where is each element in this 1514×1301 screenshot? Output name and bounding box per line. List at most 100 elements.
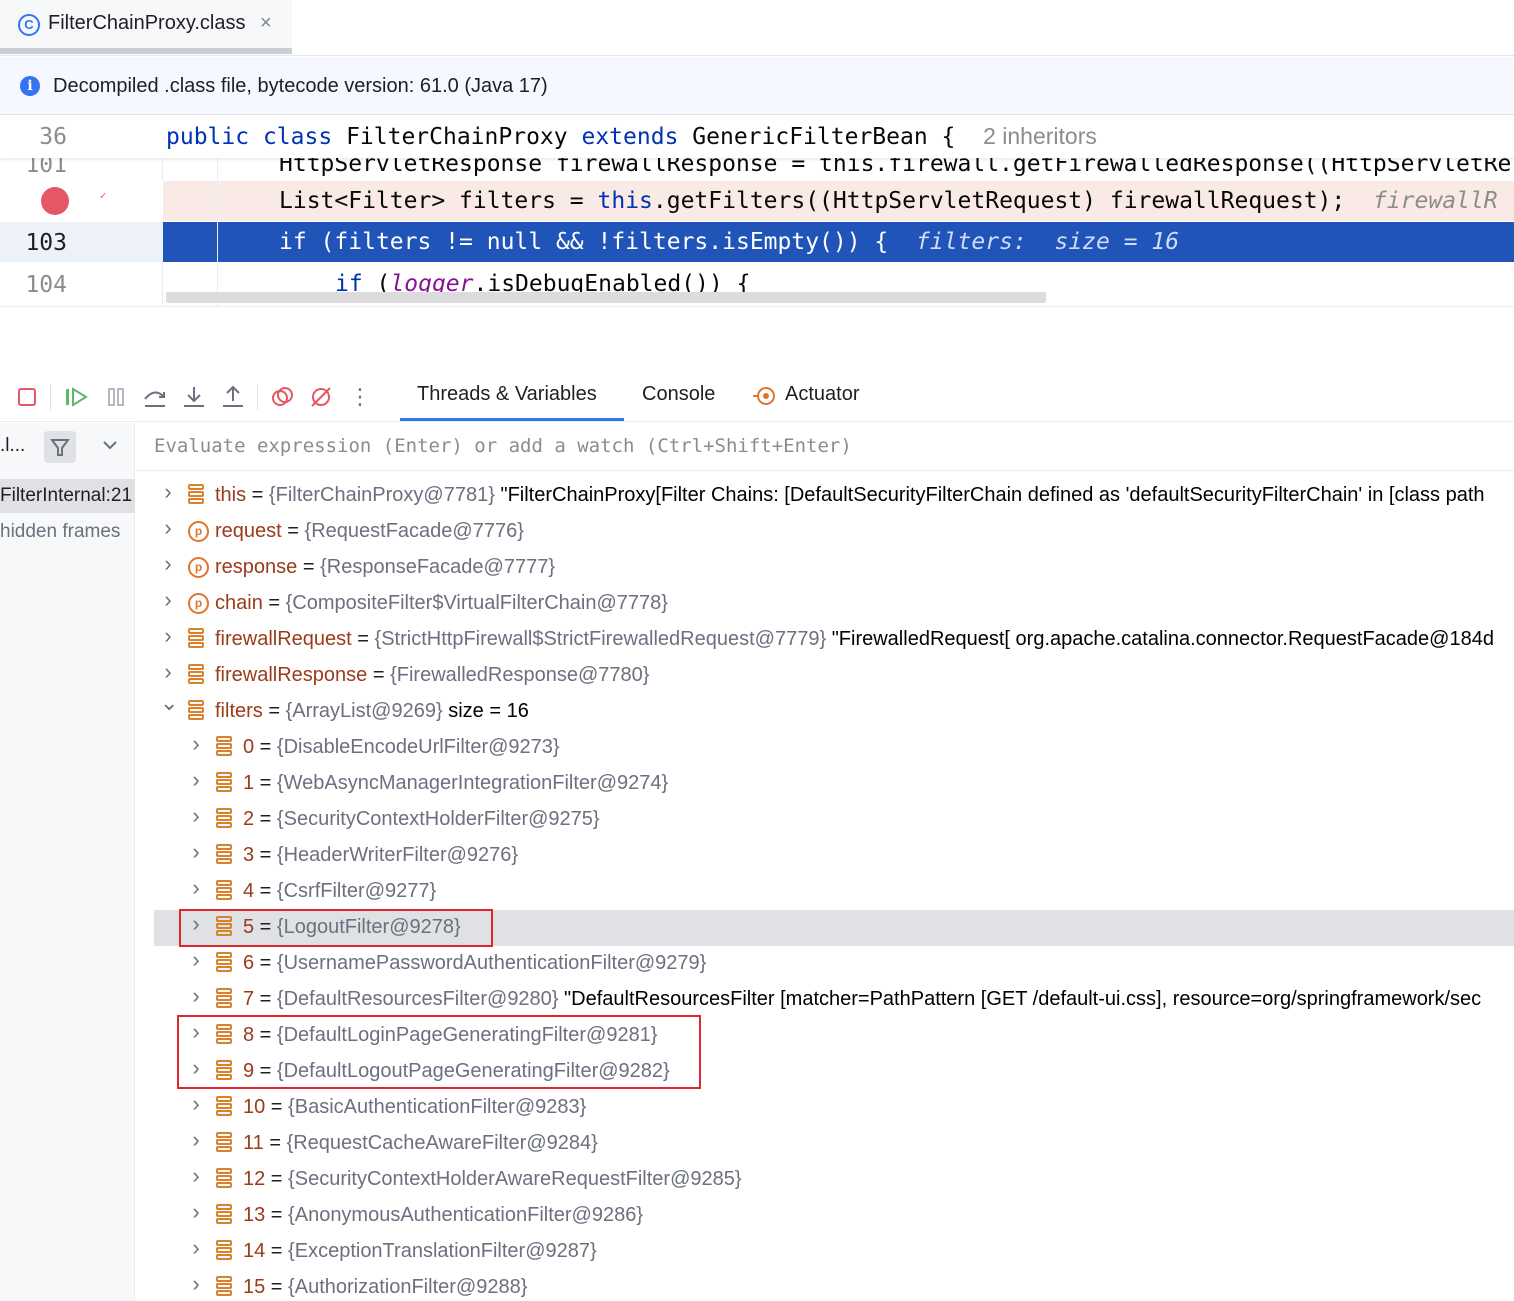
inline-value-hint: firewallR [1372,188,1498,214]
variable-row-firewallRequest[interactable]: › firewallRequest = {StrictHttpFirewall$S… [136,622,1514,658]
chevron-right-icon[interactable]: › [188,731,204,757]
chevron-right-icon[interactable]: › [160,515,176,541]
filter-item-11[interactable]: › 11 = {RequestCacheAwareFilter@9284} [136,1126,1514,1162]
actuator-icon [753,387,775,405]
code-text: List<Filter> filters = this.getFilters((… [279,188,1498,214]
more-icon[interactable]: ⋮ [345,382,375,412]
variable-name: firewallResponse [215,664,368,686]
step-into-icon[interactable] [179,382,209,412]
filter-item-4[interactable]: › 4 = {CsrfFilter@9277} [136,874,1514,910]
field-icon [216,808,234,832]
filter-item-15[interactable]: › 15 = {AuthorizationFilter@9288} [136,1270,1514,1301]
variable-type: {AuthorizationFilter@9288} [288,1276,528,1298]
variable-row-request[interactable]: › p request = {RequestFacade@7776} [136,514,1514,550]
evaluate-expression-input[interactable]: Evaluate expression (Enter) or add a wat… [136,423,1514,471]
banner-text: Decompiled .class file, bytecode version… [53,75,548,97]
field-icon [188,484,206,508]
parameter-icon: p [188,557,209,578]
filter-item-14[interactable]: › 14 = {ExceptionTranslationFilter@9287} [136,1234,1514,1270]
code-line-current-execution[interactable]: 103 if (filters != null && !filters.isEm… [0,222,1514,262]
equals-sign: = [254,736,277,758]
filter-item-6[interactable]: › 6 = {UsernamePasswordAuthenticationFilt… [136,946,1514,982]
field-icon [188,700,206,724]
variable-row-response[interactable]: › p response = {ResponseFacade@7777} [136,550,1514,586]
filter-item-7[interactable]: › 7 = {DefaultResourcesFilter@9280} "Defa… [136,982,1514,1018]
equals-sign: = [265,1096,289,1118]
chevron-right-icon[interactable]: › [188,767,204,793]
variable-name: 11 [243,1132,264,1154]
decompiled-banner: i Decompiled .class file, bytecode versi… [0,57,1514,115]
variable-text: 3 = {HeaderWriterFilter@9276} [243,844,518,867]
breakpoint-icon[interactable]: ✓ [41,187,110,215]
field-icon [216,1096,234,1120]
panel-divider[interactable] [0,306,1514,372]
chevron-right-icon[interactable]: › [188,947,204,973]
variable-row-this[interactable]: › this = {FilterChainProxy@7781} "FilterC… [136,478,1514,514]
equals-sign: = [265,1168,289,1190]
filter-icon[interactable] [44,431,76,463]
filter-item-1[interactable]: › 1 = {WebAsyncManagerIntegrationFilter@9… [136,766,1514,802]
variable-row-firewallResponse[interactable]: › firewallResponse = {FirewalledResponse@… [136,658,1514,694]
horizontal-scrollbar[interactable] [166,292,1046,303]
chevron-right-icon[interactable]: › [160,479,176,505]
field-icon [216,988,234,1012]
variable-row-filters[interactable]: ⌄ filters = {ArrayList@9269} size = 16 [136,690,1514,730]
chevron-down-icon[interactable]: ⌄ [160,690,178,716]
variable-text: firewallRequest = {StrictHttpFirewall$St… [215,628,1494,651]
variable-type: {DefaultResourcesFilter@9280} [276,988,559,1010]
code-line-breakpoint[interactable]: ✓ List<Filter> filters = this.getFilters… [0,181,1514,221]
tab-console[interactable]: Console [642,383,715,406]
field-icon [216,736,234,760]
chevron-right-icon[interactable]: › [160,623,176,649]
filter-item-13[interactable]: › 13 = {AnonymousAuthenticationFilter@928… [136,1198,1514,1234]
chevron-right-icon[interactable]: › [188,1235,204,1261]
view-breakpoints-icon[interactable] [267,382,297,412]
variable-name: 6 [243,952,255,974]
equals-sign: = [263,1132,287,1154]
chevron-right-icon[interactable]: › [188,839,204,865]
filter-item-3[interactable]: › 3 = {HeaderWriterFilter@9276} [136,838,1514,874]
chevron-right-icon[interactable]: › [188,875,204,901]
chevron-right-icon[interactable]: › [188,1199,204,1225]
parameter-icon: p [188,521,209,542]
chevron-right-icon[interactable]: › [188,803,204,829]
stop-icon[interactable] [12,382,42,412]
variable-type: {CsrfFilter@9277} [276,880,437,902]
variable-value: "DefaultResourcesFilter [matcher=PathPat… [558,988,1482,1010]
class-icon: C [18,14,40,36]
frame-item[interactable]: FilterInternal:21 [0,479,135,513]
chevron-down-icon[interactable] [100,435,120,460]
chevron-right-icon[interactable]: › [188,1091,204,1117]
resume-icon[interactable] [61,382,91,412]
field-icon [188,628,206,652]
mute-breakpoints-icon[interactable] [306,382,336,412]
variable-name: 14 [243,1240,266,1262]
chevron-right-icon[interactable]: › [188,983,204,1009]
filter-item-10[interactable]: › 10 = {BasicAuthenticationFilter@9283} [136,1090,1514,1126]
close-icon[interactable]: × [260,12,272,35]
variable-row-chain[interactable]: › p chain = {CompositeFilter$VirtualFilter… [136,586,1514,622]
chevron-right-icon[interactable]: › [188,1127,204,1153]
sticky-class-header[interactable]: 36 public class FilterChainProxy extends… [0,116,1514,158]
chevron-right-icon[interactable]: › [188,1163,204,1189]
tab-threads-variables[interactable]: Threads & Variables [417,383,597,406]
filter-item-12[interactable]: › 12 = {SecurityContextHolderAwareRequest… [136,1162,1514,1198]
filter-item-2[interactable]: › 2 = {SecurityContextHolderFilter@9275} [136,802,1514,838]
step-out-icon[interactable] [218,382,248,412]
variable-name: 1 [243,772,255,794]
field-icon [216,1168,234,1192]
chevron-right-icon[interactable]: › [160,659,176,685]
chevron-right-icon[interactable]: › [160,551,176,577]
thread-selector-label[interactable]: .l... [0,435,25,457]
chevron-right-icon[interactable]: › [188,1271,204,1297]
tab-filterchainproxy[interactable]: C FilterChainProxy.class × [0,0,292,52]
pause-icon[interactable] [101,382,131,412]
field-icon [216,1276,234,1300]
step-over-icon[interactable] [140,382,170,412]
variable-text: 11 = {RequestCacheAwareFilter@9284} [243,1132,598,1155]
chevron-right-icon[interactable]: › [160,587,176,613]
code-editor[interactable]: 36 public class FilterChainProxy extends… [0,116,1514,306]
filter-item-0[interactable]: › 0 = {DisableEncodeUrlFilter@9273} [136,730,1514,766]
hidden-frames-item[interactable]: hidden frames [0,515,135,549]
inheritors-hint[interactable]: 2 inheritors [983,123,1097,149]
